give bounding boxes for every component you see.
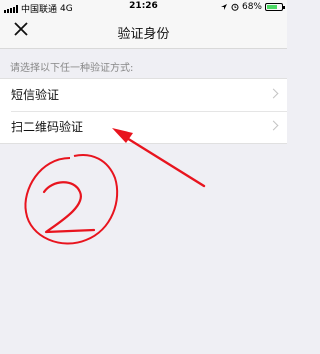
annotation-circle: [24, 154, 119, 245]
chevron-right-icon: [268, 120, 279, 131]
annotation-number-two: [42, 181, 96, 234]
status-bar: 中国联通 4G 21:26 68%: [0, 0, 287, 15]
battery-percent: 68%: [241, 2, 262, 12]
annotation-overlay: [24, 128, 206, 245]
chevron-right-icon: [268, 88, 279, 99]
option-qr-verification[interactable]: 扫二维码验证: [0, 111, 287, 143]
option-label: 扫二维码验证: [11, 120, 84, 134]
status-right: 68%: [220, 2, 285, 12]
location-icon: [220, 4, 227, 10]
verification-options-list: 短信验证 扫二维码验证: [0, 78, 287, 144]
page-title: 验证身份: [117, 27, 170, 42]
battery-icon: [265, 3, 285, 11]
nav-bar: 验证身份: [0, 14, 287, 49]
instruction-text: 请选择以下任一种验证方式:: [10, 63, 134, 74]
alarm-icon: [231, 3, 239, 11]
option-sms-verification[interactable]: 短信验证: [0, 79, 287, 111]
option-label: 短信验证: [11, 88, 60, 102]
